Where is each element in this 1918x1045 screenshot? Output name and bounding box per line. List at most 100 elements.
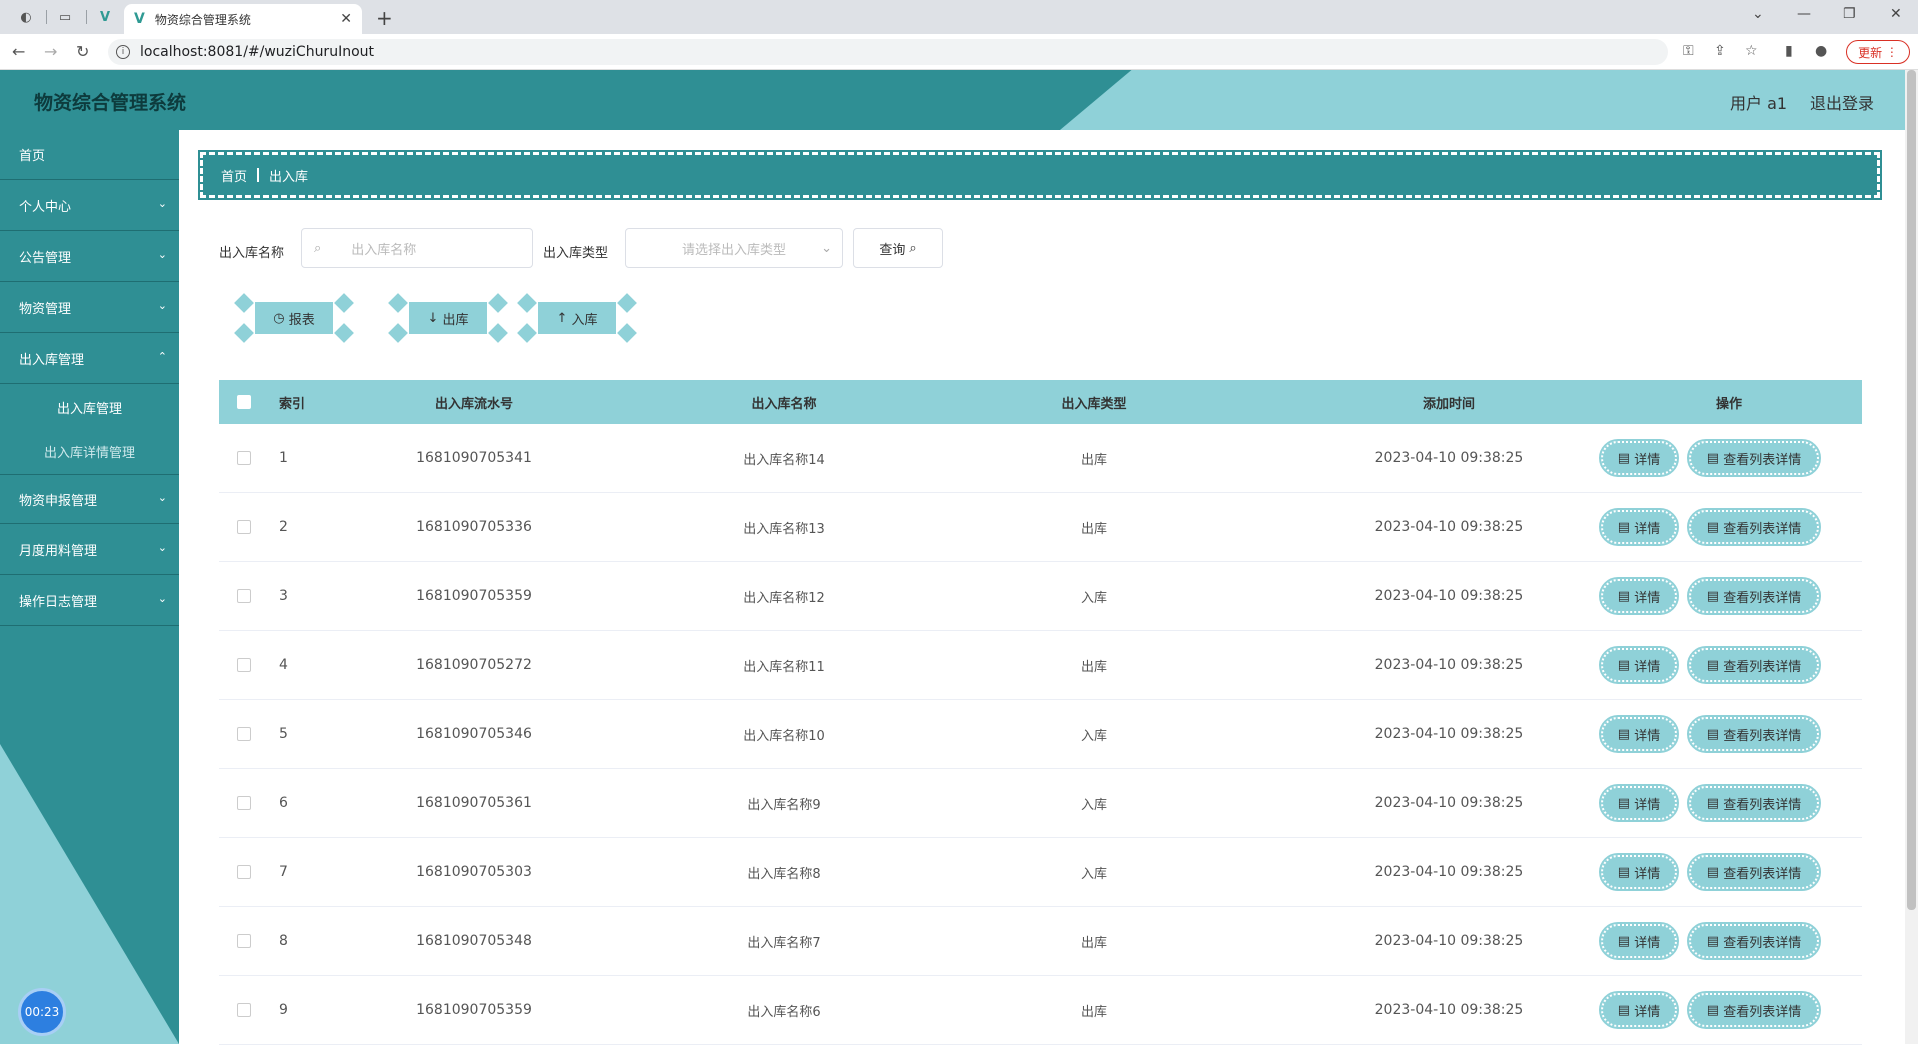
cell-serial: 1681090705341 xyxy=(416,450,532,466)
logout-link[interactable]: 退出登录 xyxy=(1810,90,1874,114)
row-checkbox[interactable] xyxy=(237,934,251,948)
document-icon: ▤ xyxy=(1617,864,1635,880)
type-select[interactable]: 请选择出入库类型 ⌄ xyxy=(625,228,843,268)
list-detail-label: 查看列表详情 xyxy=(1723,1004,1802,1020)
corner-decoration xyxy=(234,323,254,343)
cell-serial: 1681090705303 xyxy=(416,864,532,880)
chevron-down-icon: ⌄ xyxy=(821,240,832,256)
detail-button[interactable]: ▤ 详情 xyxy=(1599,577,1679,615)
minimize-icon[interactable]: — xyxy=(1797,6,1811,22)
key-icon[interactable]: ⚿ xyxy=(1683,43,1694,59)
query-label: 查询 xyxy=(879,242,906,258)
detail-button[interactable]: ▤ 详情 xyxy=(1599,784,1679,822)
detail-button[interactable]: ▤ 详情 xyxy=(1599,646,1679,684)
row-checkbox[interactable] xyxy=(237,589,251,603)
list-detail-button[interactable]: ▤ 查看列表详情 xyxy=(1687,508,1821,546)
sidebar-item-inout[interactable]: 出入库管理 ⌃ xyxy=(0,334,179,384)
sidebar-item-home[interactable]: 首页 xyxy=(0,130,179,180)
out-button[interactable]: ↓ 出库 xyxy=(388,293,508,343)
sidebar-subitem-label: 出入库管理 xyxy=(56,401,122,417)
close-tab-icon[interactable]: ✕ xyxy=(340,11,352,27)
cell-type: 出库 xyxy=(1080,659,1107,675)
name-search-input[interactable]: ⌕ 出入库名称 xyxy=(301,228,533,268)
row-checkbox[interactable] xyxy=(237,658,251,672)
cell-name: 出入库名称12 xyxy=(743,590,825,606)
detail-button[interactable]: ▤ 详情 xyxy=(1599,991,1679,1029)
restore-icon[interactable]: ❐ xyxy=(1843,6,1856,22)
cell-serial: 1681090705272 xyxy=(416,657,532,673)
row-checkbox[interactable] xyxy=(237,1003,251,1017)
sidebar-item-notice[interactable]: 公告管理 ⌄ xyxy=(0,232,179,282)
detail-button[interactable]: ▤ 详情 xyxy=(1599,853,1679,891)
close-window-icon[interactable]: ✕ xyxy=(1890,6,1902,22)
list-detail-button[interactable]: ▤ 查看列表详情 xyxy=(1687,646,1821,684)
document-icon: ▤ xyxy=(1706,588,1724,604)
active-browser-tab[interactable]: V 物资综合管理系统 ✕ xyxy=(124,4,362,34)
cell-type: 出库 xyxy=(1080,452,1107,468)
detail-button[interactable]: ▤ 详情 xyxy=(1599,922,1679,960)
document-icon: ▤ xyxy=(1706,795,1724,811)
arrow-up-icon: ↑ xyxy=(556,310,572,326)
row-select-cell xyxy=(237,838,251,906)
detail-button[interactable]: ▤ 详情 xyxy=(1599,439,1679,477)
update-button[interactable]: 更新 ⋮ xyxy=(1846,40,1910,64)
cell-actions: ▤ 详情 ▤ 查看列表详情 xyxy=(1599,838,1831,906)
document-icon: ▤ xyxy=(1706,726,1724,742)
globe-icon[interactable]: ◐ xyxy=(17,8,35,26)
sidebar-item-apply[interactable]: 物资申报管理 ⌄ xyxy=(0,474,179,524)
sidebar-item-label: 物资管理 xyxy=(19,302,72,317)
share-icon[interactable]: ⇪ xyxy=(1714,43,1726,59)
list-detail-button[interactable]: ▤ 查看列表详情 xyxy=(1687,922,1821,960)
sidebar-item-materials[interactable]: 物资管理 ⌄ xyxy=(0,283,179,333)
sidebar-item-personal[interactable]: 个人中心 ⌄ xyxy=(0,181,179,231)
side-panel-icon[interactable]: ▮ xyxy=(1785,43,1793,59)
row-checkbox[interactable] xyxy=(237,451,251,465)
list-detail-button[interactable]: ▤ 查看列表详情 xyxy=(1687,853,1821,891)
row-checkbox[interactable] xyxy=(237,727,251,741)
detail-label: 详情 xyxy=(1634,797,1661,813)
page-scrollbar[interactable] xyxy=(1905,70,1918,1044)
table-header: 索引 出入库流水号 出入库名称 出入库类型 添加时间 操作 xyxy=(219,380,1862,424)
url-field[interactable]: i localhost:8081/#/wuziChuruInout xyxy=(108,39,1668,65)
tab-search-icon[interactable]: ⌄ xyxy=(1752,6,1764,22)
list-detail-label: 查看列表详情 xyxy=(1723,935,1802,951)
back-icon[interactable]: ← xyxy=(12,42,25,61)
cell-name: 出入库名称9 xyxy=(747,797,821,813)
in-button[interactable]: ↑ 入库 xyxy=(517,293,637,343)
sidebar-item-monthly[interactable]: 月度用料管理 ⌄ xyxy=(0,525,179,575)
detail-button[interactable]: ▤ 详情 xyxy=(1599,715,1679,753)
select-all-checkbox[interactable] xyxy=(237,395,251,409)
query-button[interactable]: 查询 ⌕ xyxy=(853,228,943,268)
list-detail-button[interactable]: ▤ 查看列表详情 xyxy=(1687,577,1821,615)
blank-tab-icon[interactable]: ▭ xyxy=(56,8,74,26)
row-checkbox[interactable] xyxy=(237,520,251,534)
list-detail-button[interactable]: ▤ 查看列表详情 xyxy=(1687,784,1821,822)
report-button[interactable]: ◷ 报表 xyxy=(234,293,354,343)
cell-index: 8 xyxy=(279,933,288,949)
row-checkbox[interactable] xyxy=(237,865,251,879)
sidebar-subitem-inout[interactable]: 出入库管理 xyxy=(0,385,179,429)
list-detail-button[interactable]: ▤ 查看列表详情 xyxy=(1687,439,1821,477)
document-icon: ▤ xyxy=(1617,795,1635,811)
corner-decoration xyxy=(234,293,254,313)
list-detail-button[interactable]: ▤ 查看列表详情 xyxy=(1687,715,1821,753)
row-select-cell xyxy=(237,976,251,1044)
list-detail-button[interactable]: ▤ 查看列表详情 xyxy=(1687,991,1821,1029)
new-tab-icon[interactable]: + xyxy=(376,6,393,30)
corner-decoration xyxy=(488,293,508,313)
select-all-cell xyxy=(237,380,251,424)
detail-button[interactable]: ▤ 详情 xyxy=(1599,508,1679,546)
vue-tab-icon[interactable]: V xyxy=(96,8,114,26)
table-row: 3 1681090705359 出入库名称12 入库 2023-04-10 09:38:… xyxy=(219,562,1862,631)
row-checkbox[interactable] xyxy=(237,796,251,810)
sidebar-item-log[interactable]: 操作日志管理 ⌄ xyxy=(0,576,179,626)
star-icon[interactable]: ☆ xyxy=(1745,43,1758,59)
breadcrumb-home[interactable]: 首页 xyxy=(221,166,247,185)
scrollbar-thumb[interactable] xyxy=(1907,70,1916,910)
forward-icon[interactable]: → xyxy=(44,42,57,61)
profile-icon[interactable]: ● xyxy=(1815,43,1827,59)
cell-actions: ▤ 详情 ▤ 查看列表详情 xyxy=(1599,562,1831,630)
reload-icon[interactable]: ↻ xyxy=(76,42,89,61)
info-icon[interactable]: i xyxy=(116,45,130,59)
sidebar-subitem-inout-detail[interactable]: 出入库详情管理 xyxy=(0,429,179,473)
